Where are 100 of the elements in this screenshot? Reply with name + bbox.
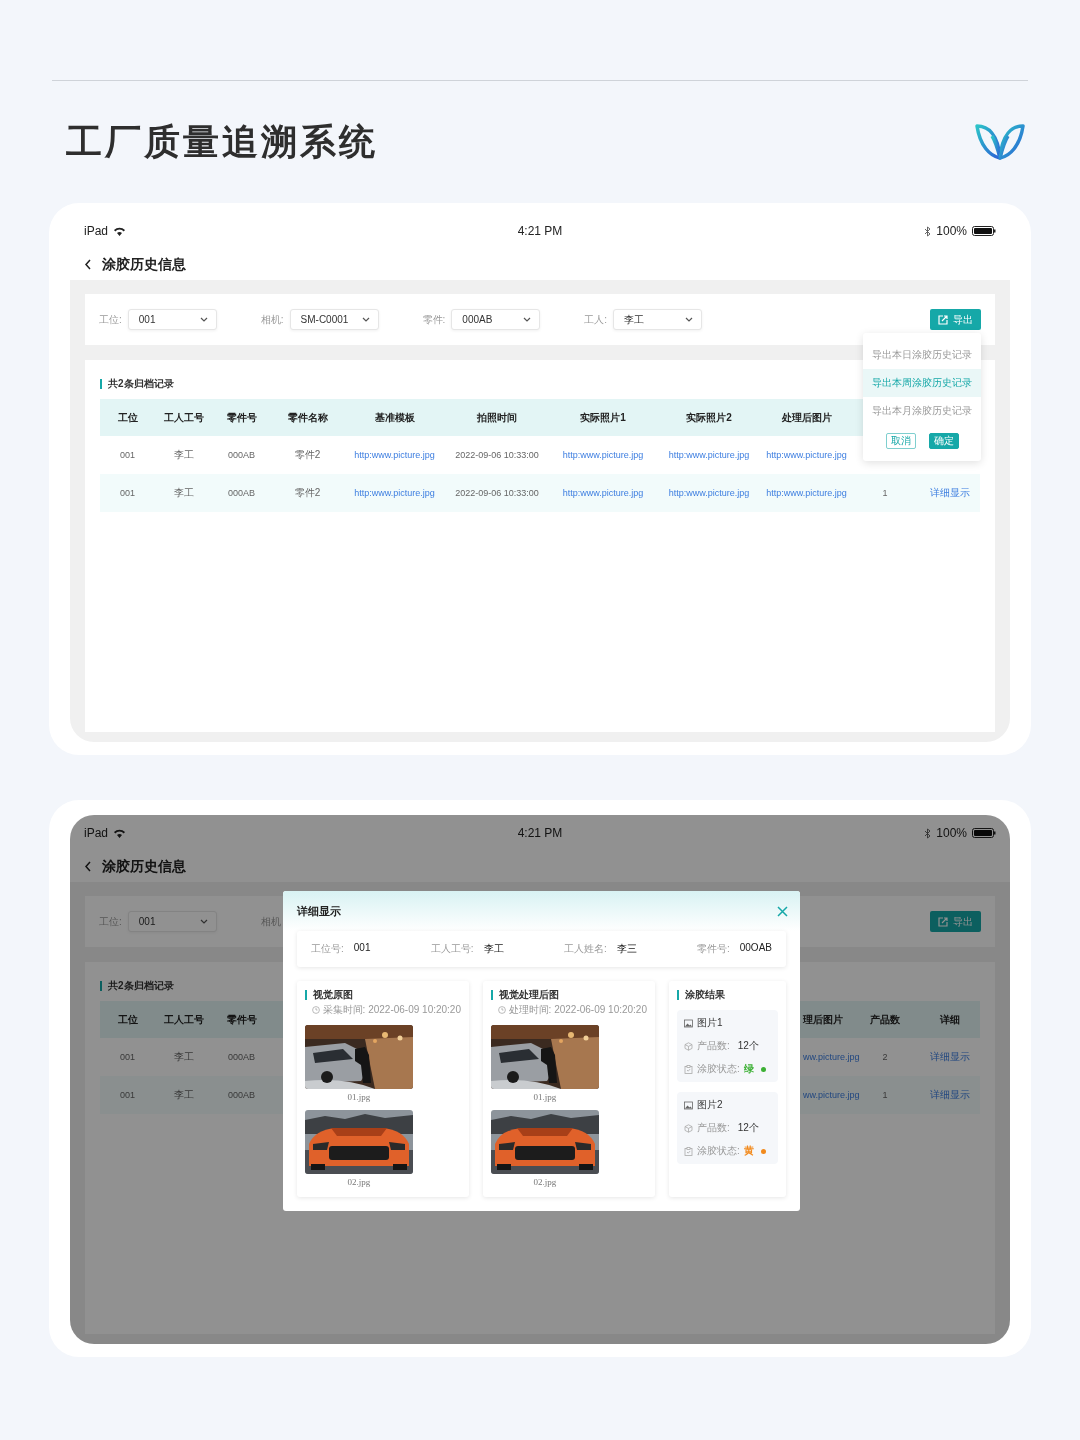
image-icon [684, 1100, 693, 1110]
chevron-down-icon [523, 317, 532, 322]
column-header: 零件号 [225, 410, 258, 425]
section-title: 涂胶结果 [677, 990, 725, 1000]
detail-link[interactable]: 详细显示 [929, 1089, 970, 1100]
field-label: 工位号: [311, 942, 344, 956]
clipboard-icon [684, 1146, 693, 1156]
back-icon[interactable] [84, 259, 92, 270]
battery-icon [972, 226, 996, 236]
clipboard-icon [684, 1064, 693, 1074]
dropdown-field[interactable]: 000AB [451, 309, 541, 330]
dropdown-field[interactable]: 李工 [613, 309, 703, 330]
section-title: 共2条归档记录 [100, 981, 174, 991]
table-cell: 李工 [174, 449, 194, 460]
chevron-down-icon [685, 317, 694, 322]
column-header: 零件号 [225, 1012, 258, 1027]
table-cell: 000AB [228, 450, 255, 460]
item-title: 图片2 [697, 1098, 723, 1112]
table-cell: 000AB [228, 1090, 255, 1100]
column-header: 理后图片 [802, 1012, 844, 1027]
page-title: 涂胶历史信息 [102, 255, 186, 274]
battery-percentage: 100% [936, 826, 967, 840]
field-label: 产品数: [697, 1121, 730, 1135]
menu-item[interactable]: 导出本日涂胶历史记录 [863, 341, 981, 369]
chevron-down-icon [199, 317, 208, 322]
bluetooth-icon [924, 225, 932, 237]
file-link[interactable]: ww.picture.jpg [803, 1052, 860, 1062]
back-icon[interactable] [84, 861, 92, 872]
clock-icon [311, 1006, 320, 1014]
table-cell: 2 [882, 1052, 888, 1062]
field-label: 工人工号: [430, 942, 474, 956]
column-header: 实际照片2 [685, 410, 733, 425]
export-button[interactable]: 导出 [930, 911, 981, 932]
field-label: 零件号: [696, 942, 730, 956]
page-title: 工厂质量追溯系统 [66, 119, 378, 164]
dropdown-field[interactable]: SM-C0001 [289, 309, 379, 330]
export-button[interactable]: 导出 [930, 309, 981, 330]
file-link[interactable]: http:www.picture.jpg [668, 450, 750, 460]
table-cell: 000AB [228, 488, 255, 498]
file-link[interactable]: http:www.picture.jpg [668, 488, 750, 498]
table-cell: 李工 [174, 1051, 194, 1062]
menu-item[interactable]: 导出本月涂胶历史记录 [863, 397, 981, 425]
bluetooth-icon [924, 827, 932, 839]
field-label: 涂胶状态: [697, 1062, 740, 1076]
file-name: 01.jpg [347, 1092, 371, 1102]
chevron-down-icon [199, 919, 208, 924]
file-link[interactable]: ww.picture.jpg [803, 1090, 860, 1100]
table-cell: 2022-09-06 10:33:00 [455, 450, 539, 460]
timestamp: 采集时间: 2022-06-09 10:20:20 [322, 1003, 461, 1017]
field-value: 001 [353, 942, 371, 955]
file-link[interactable]: http:www.picture.jpg [766, 450, 847, 460]
field-label: 相机: [260, 312, 284, 327]
table-cell: 1 [882, 488, 888, 498]
menu-item[interactable]: 导出本周涂胶历史记录 [863, 369, 981, 397]
field-value: 00OAB [739, 942, 772, 955]
field-label: 零件: [422, 312, 446, 327]
column-header: 工人工号 [163, 410, 205, 425]
file-link[interactable]: http:www.picture.jpg [354, 488, 435, 498]
file-link[interactable]: http:www.picture.jpg [766, 488, 847, 498]
export-icon [938, 916, 948, 927]
table-cell: 001 [120, 488, 135, 498]
field-label: 工人姓名: [563, 942, 607, 956]
file-name: 01.jpg [533, 1092, 557, 1102]
status-time: 4:21 PM [517, 826, 563, 840]
file-link[interactable]: http:www.picture.jpg [354, 450, 435, 460]
field-label: 涂胶状态: [697, 1144, 740, 1158]
table-cell: 1 [882, 1090, 888, 1100]
wifi-icon [113, 828, 127, 838]
table-cell: 2022-09-06 10:33:00 [455, 488, 539, 498]
table-cell: 李工 [174, 487, 194, 498]
section-title: 视觉处理后图 [491, 990, 559, 1000]
table-cell: 001 [120, 1090, 135, 1100]
battery-icon [972, 828, 996, 838]
column-header: 基准模板 [373, 410, 416, 425]
dropdown-field[interactable]: 001 [127, 309, 217, 330]
close-icon[interactable] [777, 905, 788, 917]
field-label: 工人: [584, 312, 608, 327]
field-value: 李三 [616, 942, 637, 956]
field-label: 产品数: [697, 1039, 730, 1053]
column-header: 实际照片1 [579, 410, 627, 425]
confirm-button[interactable]: 确定 [928, 433, 959, 449]
table-cell: 001 [120, 450, 135, 460]
status-value: 黄 [743, 1144, 754, 1158]
export-icon [938, 314, 948, 325]
device-name: iPad [84, 224, 109, 238]
cancel-button[interactable]: 取消 [885, 433, 916, 449]
section-title: 视觉原图 [305, 990, 353, 1000]
cube-icon [684, 1041, 693, 1051]
table-cell: 001 [120, 1052, 135, 1062]
table-cell: 零件2 [294, 449, 321, 460]
column-header: 工位 [116, 410, 139, 425]
detail-link[interactable]: 详细显示 [929, 1051, 970, 1062]
dropdown-field[interactable]: 001 [127, 911, 217, 932]
field-value: 12个 [737, 1039, 759, 1053]
status-value: 绿 [743, 1062, 754, 1076]
column-header: 工位 [116, 1012, 139, 1027]
file-link[interactable]: http:www.picture.jpg [562, 488, 644, 498]
file-link[interactable]: http:www.picture.jpg [562, 450, 644, 460]
battery-percentage: 100% [936, 224, 967, 238]
detail-link[interactable]: 详细显示 [929, 487, 970, 498]
